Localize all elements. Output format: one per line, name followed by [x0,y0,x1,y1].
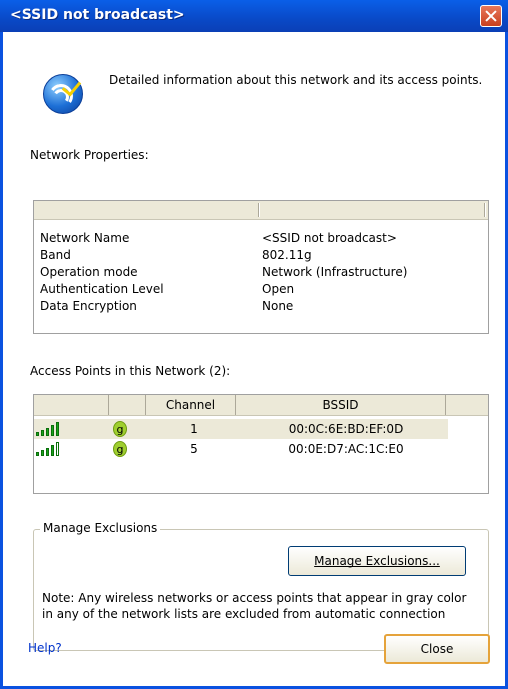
close-window-button[interactable] [480,5,502,27]
access-point-row[interactable]: g 5 00:0E:D7:AC:1C:E0 [34,439,448,459]
column-header-channel[interactable]: Channel [146,395,236,415]
access-point-row[interactable]: g 1 00:0C:6E:BD:EF:0D [34,419,448,439]
dialog-window: <SSID not broadcast> Detailed informatio… [0,0,508,689]
manage-exclusions-group: Manage Exclusions Manage Exclusions... N… [33,521,489,651]
property-row: Band 802.11g [40,248,480,264]
manage-exclusions-button[interactable]: Manage Exclusions... [288,546,466,576]
channel-cell: 5 [190,442,198,456]
close-button[interactable]: Close [384,634,490,664]
title-bar[interactable]: <SSID not broadcast> [0,0,508,32]
close-button-label: Close [420,642,454,656]
property-value: 802.11g [262,248,312,262]
property-key: Data Encryption [40,299,137,313]
property-value: None [262,299,294,313]
access-points-label: Access Points in this Network (2): [30,364,231,378]
column-header-signal[interactable] [34,395,109,415]
property-key: Operation mode [40,265,138,279]
access-points-list[interactable]: Channel BSSID g 1 00:0C:6E:BD:EF:0D g 5 … [33,394,489,494]
band-g-icon: g [113,421,127,437]
bssid-cell: 00:0C:6E:BD:EF:0D [288,422,404,436]
window-title: <SSID not broadcast> [10,7,185,23]
wireless-network-icon [43,74,83,114]
column-header-band[interactable] [109,395,146,415]
signal-strength-icon [36,422,66,436]
property-row: Data Encryption None [40,299,480,315]
properties-table-header [34,201,488,220]
signal-strength-icon [36,442,66,456]
manage-exclusions-button-label: Manage Exclusions... [314,554,440,568]
property-row: Network Name <SSID not broadcast> [40,231,480,247]
network-properties-table: Network Name <SSID not broadcast> Band 8… [33,200,489,334]
property-value: Network (Infrastructure) [262,265,408,279]
bssid-cell: 00:0E:D7:AC:1C:E0 [288,442,404,456]
property-key: Network Name [40,231,130,245]
property-key: Authentication Level [40,282,164,296]
column-header-bssid[interactable]: BSSID [236,395,446,415]
access-points-header: Channel BSSID [34,395,488,416]
property-row: Operation mode Network (Infrastructure) [40,265,480,281]
band-g-icon: g [113,441,127,457]
help-link[interactable]: Help? [28,641,62,655]
property-row: Authentication Level Open [40,282,480,298]
exclusions-note: Note: Any wireless networks or access po… [42,591,467,621]
intro-text: Detailed information about this network … [109,73,483,87]
manage-exclusions-group-title: Manage Exclusions [40,521,161,535]
property-key: Band [40,248,71,262]
channel-cell: 1 [190,422,198,436]
property-value: <SSID not broadcast> [262,231,397,245]
property-value: Open [262,282,295,296]
dialog-client-area: Detailed information about this network … [3,32,505,686]
network-properties-label: Network Properties: [30,148,149,162]
